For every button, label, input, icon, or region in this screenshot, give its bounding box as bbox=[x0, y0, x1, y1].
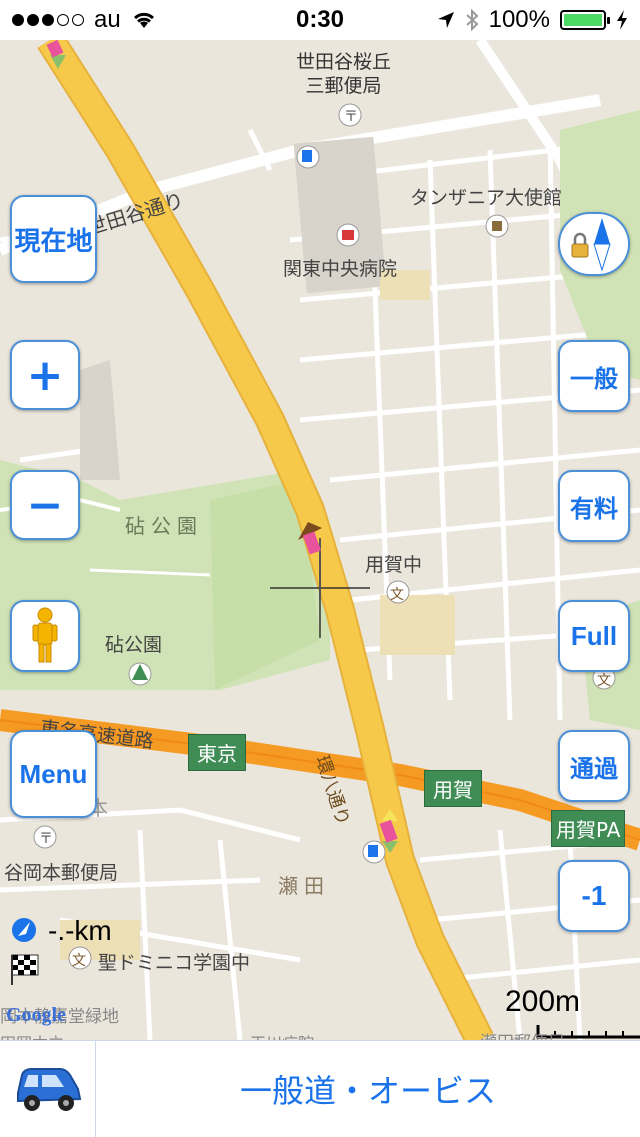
map-label-okamoto-post: 谷岡本郵便局 bbox=[4, 862, 119, 884]
map-label-bottom-right: 瀬田郵便局 bbox=[480, 1028, 565, 1040]
toll-road-button[interactable]: 有料 bbox=[558, 470, 630, 542]
map-label-seta: 瀬田 bbox=[278, 874, 330, 898]
compass-icon bbox=[571, 218, 611, 272]
full-label: Full bbox=[570, 620, 618, 651]
svg-text:〒: 〒 bbox=[344, 109, 358, 125]
zoom-out-button[interactable]: − bbox=[10, 470, 80, 540]
map-label-kanto-hospital: 関東中央病院 bbox=[283, 258, 398, 280]
battery-percent: 100% bbox=[488, 6, 550, 33]
road-mode-label: 一般道・オービス bbox=[239, 1072, 496, 1110]
scale-label: 200m bbox=[505, 985, 581, 1018]
google-logo: Google bbox=[6, 1004, 66, 1026]
map-label-dominican: 聖ドミニコ学園中 bbox=[98, 952, 251, 974]
vehicle-button[interactable] bbox=[0, 1041, 96, 1137]
road-mode-button[interactable]: 一般道・オービス bbox=[96, 1041, 640, 1137]
map-label-yoga-junior-high: 用賀中 bbox=[365, 554, 423, 576]
minus-one-button[interactable]: -1 bbox=[558, 860, 630, 932]
current-location-label: 現在地 bbox=[14, 226, 93, 257]
map-view[interactable]: 〒 文 文 〒 文 世田谷桜丘 三郵便局 世田谷通り タンザニア大使館 関東中央… bbox=[0, 40, 640, 1040]
menu-button[interactable]: Menu bbox=[10, 730, 97, 818]
signal-strength-icon bbox=[12, 14, 84, 26]
wifi-icon bbox=[133, 12, 154, 28]
svg-text:〒: 〒 bbox=[39, 831, 53, 847]
pass-label: 通過 bbox=[570, 754, 618, 783]
svg-text:文: 文 bbox=[597, 673, 611, 689]
menu-label: Menu bbox=[19, 758, 88, 789]
route-label-tokyo: 東京 bbox=[188, 734, 246, 771]
svg-text:文: 文 bbox=[390, 587, 404, 603]
general-road-button[interactable]: 一般 bbox=[558, 340, 630, 412]
status-bar: au 0:30 100% bbox=[0, 0, 640, 40]
route-label-yoga: 用賀 bbox=[424, 770, 482, 807]
map-label-tanzania-embassy: タンザニア大使館 bbox=[410, 187, 563, 209]
map-label-strip-mid: 玉川病院 bbox=[250, 1030, 314, 1040]
route-label-yoga-pa: 用賀PA bbox=[551, 810, 626, 847]
car-icon bbox=[16, 1068, 81, 1111]
lock-icon bbox=[571, 243, 589, 258]
pass-button[interactable]: 通過 bbox=[558, 730, 630, 802]
map-label-post-office: 世田谷桜丘 三郵便局 bbox=[296, 51, 392, 97]
current-location-button[interactable]: 現在地 bbox=[10, 195, 97, 283]
full-button[interactable]: Full bbox=[558, 600, 630, 672]
minus-one-label: -1 bbox=[581, 880, 607, 911]
zoom-in-button[interactable]: + bbox=[10, 340, 80, 410]
street-view-button[interactable] bbox=[10, 600, 80, 672]
map-label-kinuta-park: 砧公園 bbox=[105, 634, 163, 656]
plus-icon: + bbox=[26, 349, 64, 401]
map-label-strip-left: 田岡本立 bbox=[0, 1030, 64, 1040]
battery-icon bbox=[560, 10, 610, 30]
map-label-kinuta-park-area: 砧公園 bbox=[125, 514, 203, 538]
compass-lock-button[interactable] bbox=[558, 212, 630, 276]
bluetooth-icon bbox=[465, 9, 479, 31]
general-road-label: 一般 bbox=[570, 364, 618, 393]
svg-text:文: 文 bbox=[72, 953, 86, 969]
distance-readout: -.-km bbox=[48, 915, 112, 946]
carrier-label: au bbox=[94, 6, 121, 33]
location-arrow-icon bbox=[437, 12, 454, 28]
toll-road-label: 有料 bbox=[570, 494, 618, 523]
charging-icon bbox=[617, 10, 627, 30]
minus-icon: − bbox=[26, 479, 64, 531]
bottom-bar: 一般道・オービス bbox=[0, 1040, 640, 1137]
pegman-icon bbox=[32, 607, 58, 663]
